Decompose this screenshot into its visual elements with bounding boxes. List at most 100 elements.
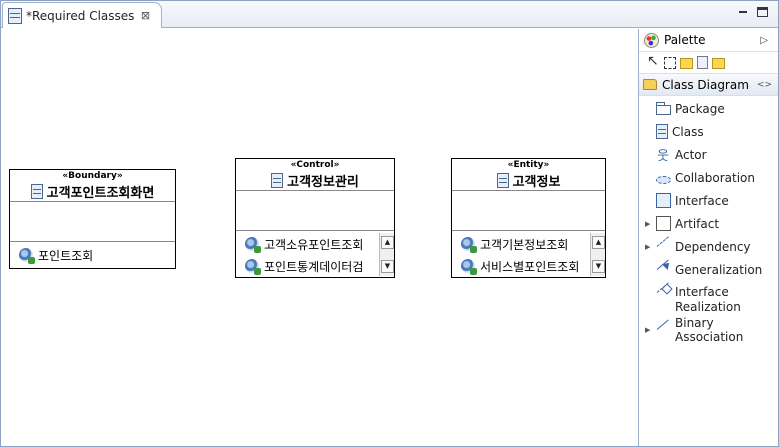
class-box-control[interactable]: «Control» 고객정보관리 고객소유포인트조회 포인트통계데이터검 ▲ ▼ <box>235 158 395 278</box>
interface-icon <box>656 193 671 208</box>
palette-panel: Palette ▷ Class Diagram <> Package Class… <box>638 29 778 446</box>
operation-label: 포인트통계데이터검 <box>264 259 364 274</box>
palette-item-label: Package <box>675 101 725 116</box>
attribute-compartment[interactable] <box>10 202 175 242</box>
palette-item-label: Generalization <box>675 262 763 277</box>
palette-item-actor[interactable]: Actor <box>639 143 778 166</box>
public-operation-icon <box>245 237 261 253</box>
interface-realization-icon <box>656 285 671 300</box>
palette-item-interface[interactable]: Interface <box>639 189 778 212</box>
palette-item-label-line1: Interface <box>675 285 729 299</box>
palette-item-label: Artifact <box>675 216 720 231</box>
class-diagram-drawer[interactable]: Class Diagram <> <box>639 74 778 96</box>
close-tab-icon[interactable]: ⊠ <box>140 10 150 21</box>
maximize-icon[interactable] <box>757 7 768 17</box>
palette-title: Palette <box>664 33 706 47</box>
stereotype-label: «Control» <box>290 160 340 170</box>
operation-label: 고객소유포인트조회 <box>264 237 364 252</box>
binary-association-icon <box>656 322 671 337</box>
package-icon <box>656 102 671 115</box>
dependency-icon <box>656 239 671 254</box>
operation-compartment[interactable]: 포인트조회 <box>10 242 175 268</box>
class-icon <box>656 124 668 139</box>
palette-item-label: Actor <box>675 147 707 162</box>
palette-item-dependency[interactable]: ▶ Dependency <box>639 235 778 258</box>
class-header: «Control» 고객정보관리 <box>236 159 394 191</box>
palette-item-artifact[interactable]: ▶ Artifact <box>639 212 778 235</box>
public-operation-icon <box>461 237 477 253</box>
palette-item-generalization[interactable]: Generalization <box>639 258 778 281</box>
class-icon <box>271 172 284 188</box>
scroll-down-icon[interactable]: ▼ <box>592 260 605 273</box>
palette-item-label: Collaboration <box>675 170 755 185</box>
palette-item-label: Binary Association <box>675 315 744 344</box>
drawer-pin-icon[interactable]: <> <box>757 80 772 90</box>
palette-item-interface-realization[interactable]: Interface Realization <box>639 281 778 318</box>
class-header: «Entity» 고객정보 <box>452 159 605 191</box>
operation-item[interactable]: 서비스별포인트조회 <box>452 255 590 277</box>
stereotype-label: «Boundary» <box>62 171 123 181</box>
actor-icon <box>656 145 671 164</box>
drawer-label: Class Diagram <box>662 77 749 92</box>
class-name-label: 고객포인트조회화면 <box>46 185 155 201</box>
palette-item-collaboration[interactable]: Collaboration <box>639 166 778 189</box>
public-operation-icon <box>245 259 261 275</box>
class-name[interactable]: 고객정보관리 <box>236 170 394 190</box>
palette-item-package[interactable]: Package <box>639 97 778 120</box>
class-icon <box>496 172 509 188</box>
palette-item-label: Interface <box>675 193 729 208</box>
public-operation-icon <box>19 248 35 264</box>
operation-label: 서비스별포인트조회 <box>480 259 580 274</box>
text-tool-icon[interactable] <box>697 56 708 69</box>
operation-scrollbar[interactable]: ▲ ▼ <box>379 233 394 276</box>
folder-open-icon <box>643 79 657 90</box>
operation-item[interactable]: 고객기본정보조회 <box>452 233 590 255</box>
public-operation-icon <box>461 259 477 275</box>
palette-tools <box>639 52 778 74</box>
palette-header: Palette ▷ <box>639 29 778 52</box>
class-diagram-icon <box>8 7 22 24</box>
minimize-icon[interactable] <box>737 6 749 18</box>
operation-compartment[interactable]: 고객소유포인트조회 포인트통계데이터검 ▲ ▼ <box>236 231 394 278</box>
class-diagram-editor: *Required Classes ⊠ «Boundary» 고객포인트조회화면… <box>0 0 779 447</box>
class-name[interactable]: 고객포인트조회화면 <box>10 181 175 201</box>
class-name-label: 고객정보관리 <box>287 174 359 190</box>
palette-item-class[interactable]: Class <box>639 120 778 143</box>
editor-tab-bar: *Required Classes ⊠ <box>1 1 778 28</box>
attribute-compartment[interactable] <box>452 191 605 231</box>
palette-icon <box>644 32 659 48</box>
palette-item-label: Dependency <box>675 239 751 254</box>
scroll-down-icon[interactable]: ▼ <box>381 260 394 273</box>
operation-compartment[interactable]: 고객기본정보조회 서비스별포인트조회 ▲ ▼ <box>452 231 605 278</box>
collaboration-icon <box>656 175 671 184</box>
palette-item-binary-association[interactable]: ▶ Binary Association <box>639 315 778 344</box>
scroll-up-icon[interactable]: ▲ <box>592 236 605 249</box>
marquee-tool-icon[interactable] <box>664 56 676 69</box>
expand-arrow-icon[interactable]: ▶ <box>645 220 650 228</box>
class-box-boundary[interactable]: «Boundary» 고객포인트조회화면 포인트조회 <box>9 169 176 269</box>
class-name[interactable]: 고객정보 <box>452 170 605 190</box>
scroll-up-icon[interactable]: ▲ <box>381 236 394 249</box>
editor-tab[interactable]: *Required Classes ⊠ <box>2 2 162 28</box>
operation-item[interactable]: 포인트통계데이터검 <box>236 255 379 277</box>
select-tool-icon[interactable] <box>646 53 660 70</box>
operation-item[interactable]: 고객소유포인트조회 <box>236 233 379 255</box>
expand-arrow-icon[interactable]: ▶ <box>645 326 650 334</box>
expand-arrow-icon[interactable]: ▶ <box>645 243 650 251</box>
operation-scrollbar[interactable]: ▲ ▼ <box>590 233 605 276</box>
artifact-icon <box>656 216 671 231</box>
attribute-compartment[interactable] <box>236 191 394 231</box>
class-icon <box>30 183 43 199</box>
operation-label: 포인트조회 <box>38 248 94 263</box>
operation-label: 고객기본정보조회 <box>480 237 569 252</box>
class-name-label: 고객정보 <box>512 174 561 190</box>
class-box-entity[interactable]: «Entity» 고객정보 고객기본정보조회 서비스별포인트조회 ▲ ▼ <box>451 158 606 278</box>
diagram-canvas[interactable]: «Boundary» 고객포인트조회화면 포인트조회 «Control» 고객정… <box>3 29 637 446</box>
window-controls <box>737 6 768 18</box>
palette-collapse-icon[interactable]: ▷ <box>760 35 768 46</box>
operation-item[interactable]: 포인트조회 <box>10 244 175 266</box>
note-tool-icon[interactable] <box>680 58 693 69</box>
class-header: «Boundary» 고객포인트조회화면 <box>10 170 175 202</box>
palette-item-label: Interface Realization <box>675 285 741 315</box>
attachment-tool-icon[interactable] <box>712 58 725 69</box>
